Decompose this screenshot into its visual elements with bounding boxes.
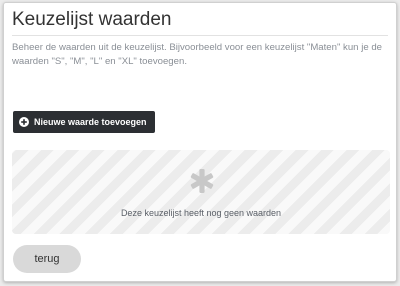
asterisk-icon [190, 169, 214, 193]
back-button[interactable]: terug [13, 245, 81, 273]
plus-circle-icon [19, 117, 29, 127]
title-divider [12, 35, 388, 36]
add-value-button[interactable]: Nieuwe waarde toevoegen [13, 111, 155, 133]
dialog-panel: Keuzelijst waarden Beheer de waarden uit… [3, 2, 397, 282]
empty-state: Deze keuzelijst heeft nog geen waarden [12, 150, 390, 234]
page-title: Keuzelijst waarden [12, 9, 172, 30]
page-description: Beheer de waarden uit de keuzelijst. Bij… [12, 42, 382, 67]
empty-state-message: Deze keuzelijst heeft nog geen waarden [120, 208, 282, 218]
add-value-label: Nieuwe waarde toevoegen [34, 117, 147, 127]
